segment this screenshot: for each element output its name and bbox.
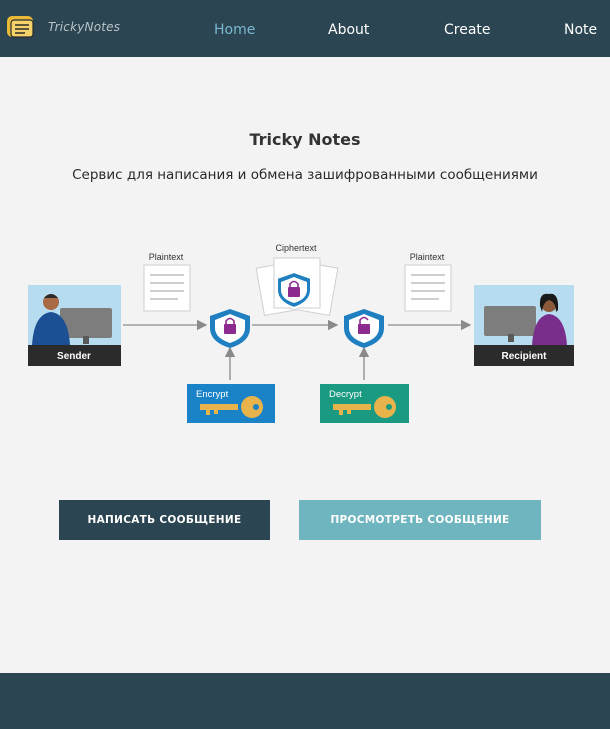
- shield-lock-icon: [210, 309, 250, 348]
- shield-unlock-icon: [344, 309, 384, 348]
- decrypt-key-box: Decrypt: [320, 384, 409, 423]
- encryption-diagram: Sender Recipient Plaintext Ciphertext Pl…: [28, 243, 574, 423]
- page-subtitle: Сервис для написания и обмена зашифрован…: [72, 167, 538, 183]
- navbar: TrickyNotes Home About Create Note: [0, 0, 610, 57]
- brand-name[interactable]: TrickyNotes: [48, 20, 120, 34]
- write-message-button[interactable]: НАПИСАТЬ СООБЩЕНИЕ: [59, 500, 270, 540]
- view-message-button[interactable]: ПРОСМОТРЕТЬ СООБЩЕНИЕ: [299, 500, 541, 540]
- ciphertext-documents-icon: [255, 257, 339, 317]
- decrypt-label: Decrypt: [329, 389, 362, 400]
- encrypt-label: Encrypt: [196, 389, 229, 400]
- sender-illustration: Sender: [28, 285, 121, 366]
- nav-link-note[interactable]: Note: [564, 22, 597, 38]
- recipient-illustration: Recipient: [474, 285, 574, 366]
- page-title: Tricky Notes: [249, 130, 361, 149]
- document-icon: [143, 264, 191, 312]
- plaintext-right-label: Plaintext: [410, 252, 445, 262]
- document-icon: [404, 264, 452, 312]
- encrypt-key-box: Encrypt: [187, 384, 275, 423]
- notes-logo-icon[interactable]: [6, 14, 38, 40]
- sender-label: Sender: [57, 351, 91, 362]
- plaintext-left-label: Plaintext: [149, 252, 184, 262]
- nav-link-about[interactable]: About: [328, 22, 369, 38]
- recipient-label: Recipient: [501, 351, 547, 362]
- ciphertext-label: Ciphertext: [275, 243, 317, 253]
- nav-link-home[interactable]: Home: [214, 22, 255, 38]
- footer: [0, 673, 610, 729]
- nav-link-create[interactable]: Create: [444, 22, 491, 38]
